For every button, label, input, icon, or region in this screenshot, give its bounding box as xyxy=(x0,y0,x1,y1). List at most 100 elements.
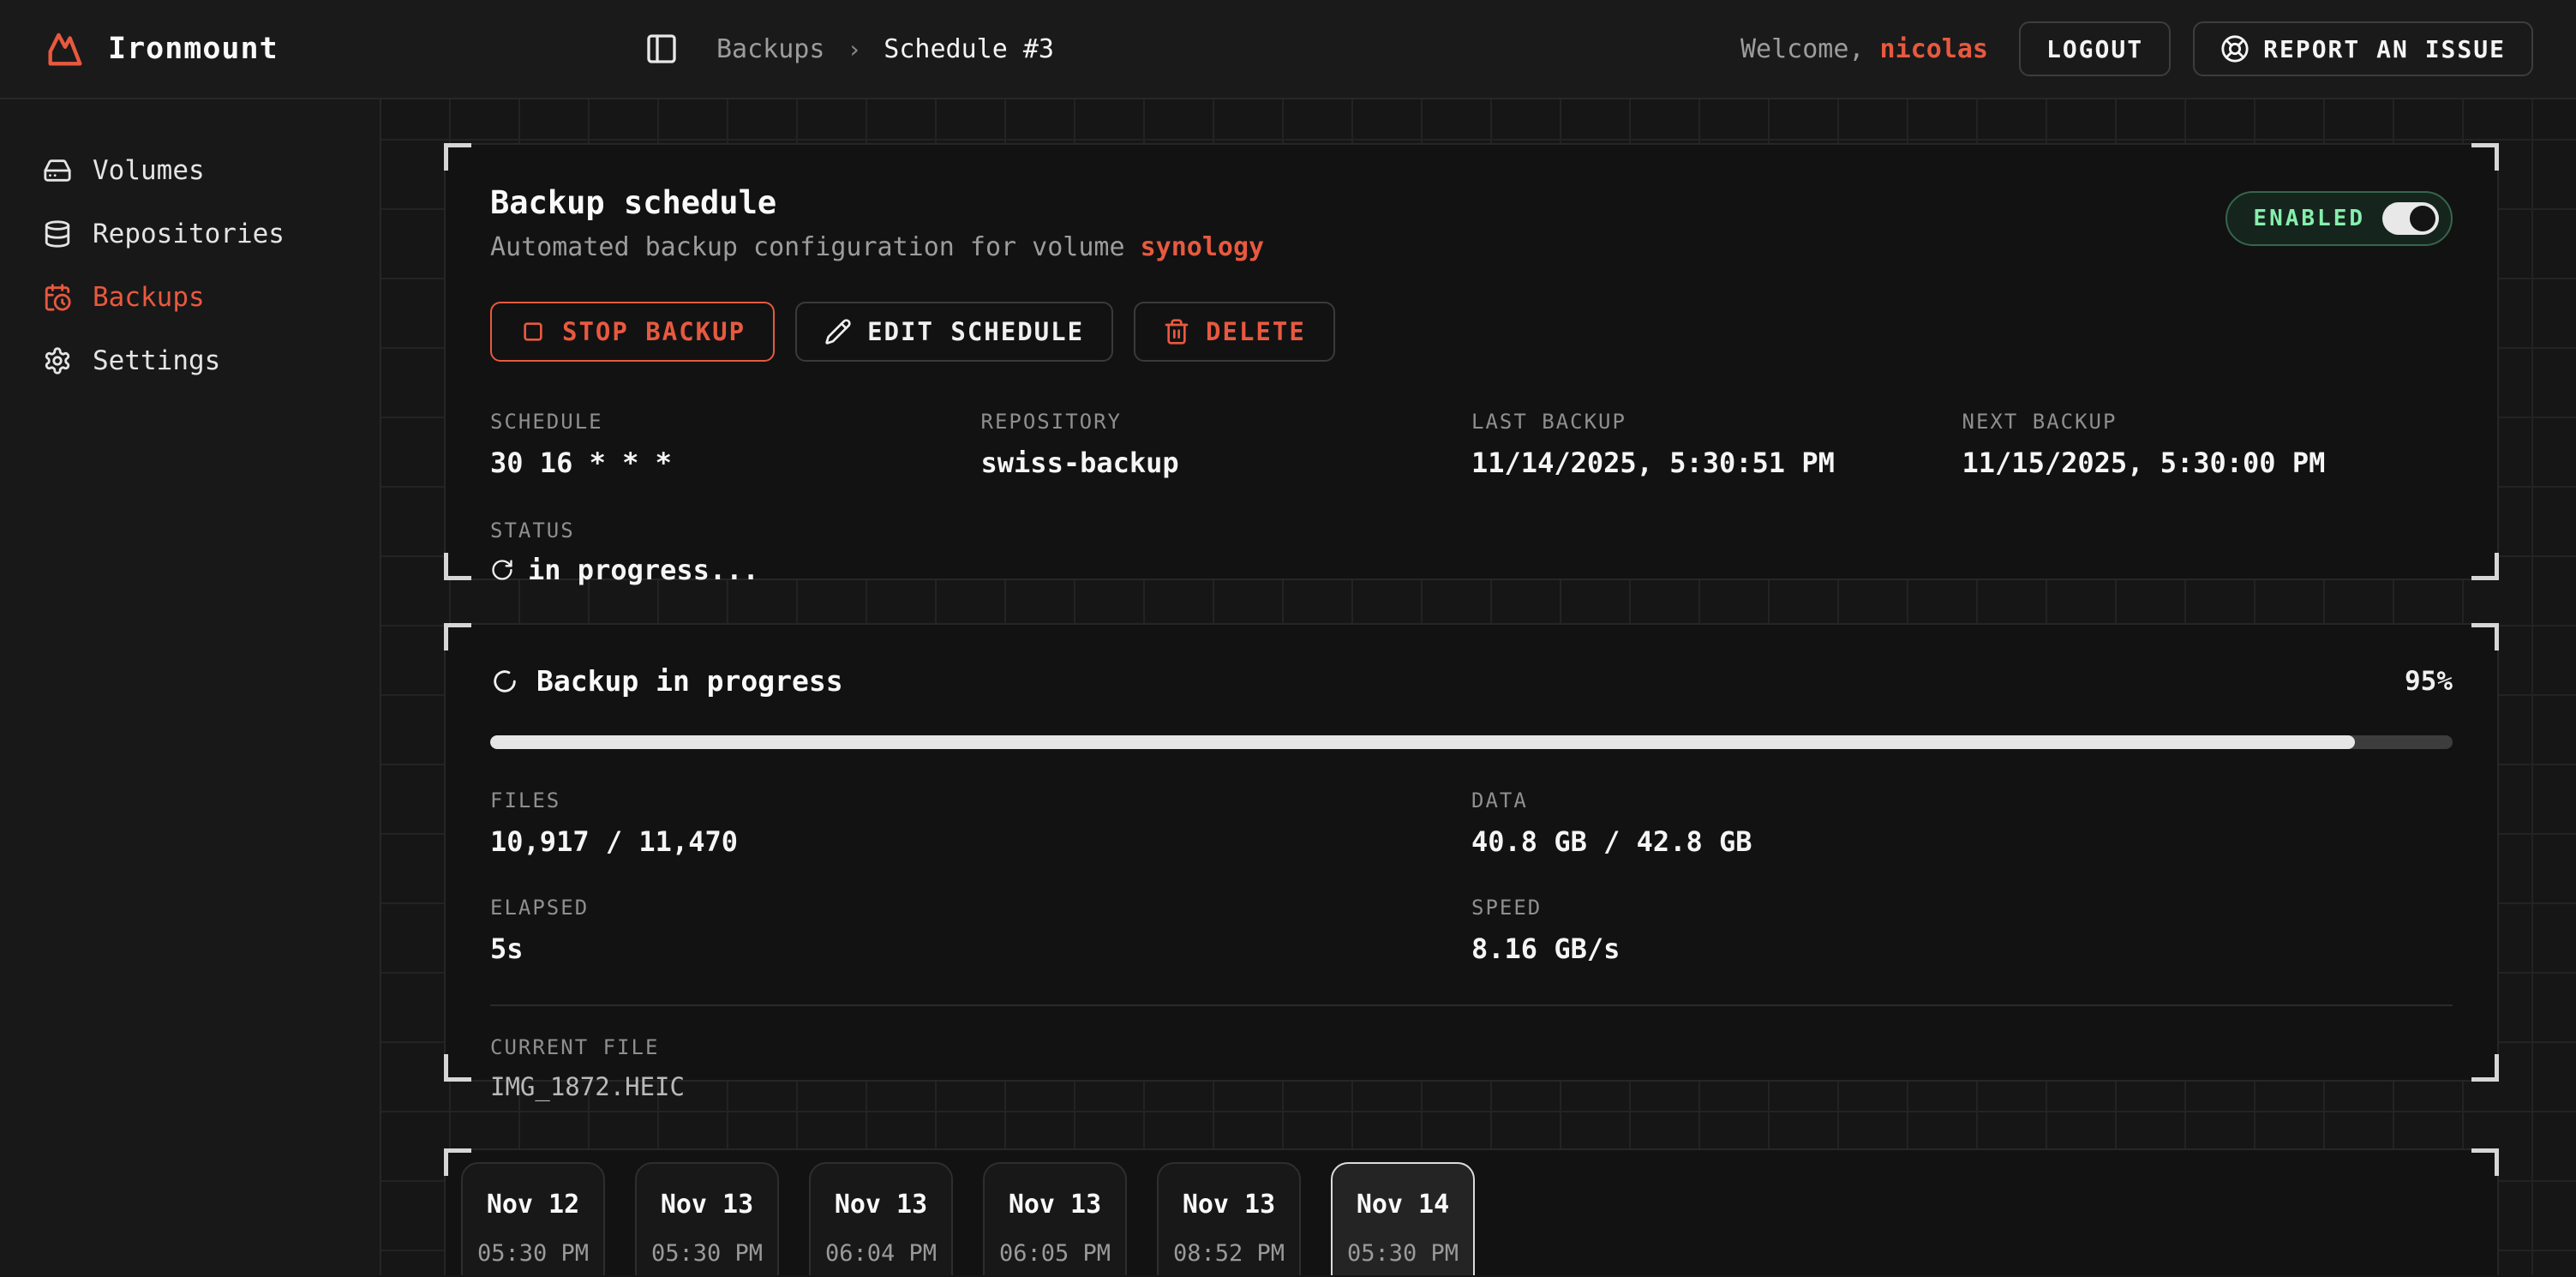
field-schedule: SCHEDULE 30 16 * * * xyxy=(490,410,981,479)
username: nicolas xyxy=(1880,34,1988,64)
panel-left-icon xyxy=(644,32,679,66)
field-last-backup: LAST BACKUP 11/14/2025, 5:30:51 PM xyxy=(1471,410,1962,479)
corner-bracket xyxy=(444,553,471,580)
history-date: Nov 14 xyxy=(1333,1190,1473,1220)
mountain-logo-icon xyxy=(43,27,87,71)
history-time: 06:05 PM xyxy=(985,1240,1125,1267)
stat-label: FILES xyxy=(490,788,1471,812)
panel-title: Backup schedule xyxy=(490,184,1264,221)
field-label: LAST BACKUP xyxy=(1471,410,1962,434)
history-date: Nov 13 xyxy=(985,1190,1125,1220)
history-time: 05:30 PM xyxy=(463,1240,603,1267)
progress-bar-fill xyxy=(490,735,2355,749)
life-buoy-icon xyxy=(2220,34,2250,63)
current-file-label: CURRENT FILE xyxy=(490,1035,2453,1059)
history-date: Nov 13 xyxy=(1159,1190,1299,1220)
stat-value: 5s xyxy=(490,932,1471,965)
logout-button[interactable]: LOGOUT xyxy=(2019,21,2171,76)
spinner-icon xyxy=(490,667,519,696)
field-value: 30 16 * * * xyxy=(490,447,981,479)
current-file-value: IMG_1872.HEIC xyxy=(490,1072,2453,1101)
gear-icon xyxy=(43,346,72,375)
sidebar-toggle-button[interactable] xyxy=(644,32,679,66)
brand[interactable]: Ironmount xyxy=(43,27,279,71)
stat-files: FILES 10,917 / 11,470 xyxy=(490,788,1471,858)
history-chip[interactable]: Nov 13 06:04 PM 92.2 GB xyxy=(809,1162,953,1275)
history-chip[interactable]: Nov 12 05:30 PM 92.2 GB xyxy=(461,1162,605,1275)
status-value: in progress... xyxy=(528,554,759,586)
progress-percent: 95% xyxy=(2405,666,2453,697)
field-value: 11/14/2025, 5:30:51 PM xyxy=(1471,447,1962,479)
history-time: 08:52 PM xyxy=(1159,1240,1299,1267)
history-date: Nov 13 xyxy=(811,1190,951,1220)
stat-data: DATA 40.8 GB / 42.8 GB xyxy=(1471,788,2453,858)
history-time: 05:30 PM xyxy=(637,1240,777,1267)
edit-schedule-button[interactable]: EDIT SCHEDULE xyxy=(795,302,1113,362)
enabled-label: ENABLED xyxy=(2253,206,2365,231)
sidebar-item-repositories[interactable]: Repositories xyxy=(0,202,380,266)
trash-icon xyxy=(1163,318,1190,345)
sidebar-item-label: Settings xyxy=(93,345,220,376)
app-title: Ironmount xyxy=(108,32,279,66)
volume-name: synology xyxy=(1141,232,1265,262)
corner-bracket xyxy=(2471,553,2499,580)
pencil-icon xyxy=(824,318,852,345)
history-chip[interactable]: Nov 13 08:52 PM 92.2 GB xyxy=(1157,1162,1301,1275)
sidebar: Volumes Repositories Backups Settings xyxy=(0,99,381,1275)
breadcrumb-backups[interactable]: Backups xyxy=(716,34,824,64)
sidebar-item-volumes[interactable]: Volumes xyxy=(0,139,380,202)
field-label: STATUS xyxy=(490,519,2453,543)
calendar-clock-icon xyxy=(43,283,72,312)
main-content: Backup schedule Automated backup configu… xyxy=(381,99,2576,1275)
stat-value: 40.8 GB / 42.8 GB xyxy=(1471,825,2453,858)
rotate-cw-icon xyxy=(490,558,514,582)
report-issue-button[interactable]: REPORT AN ISSUE xyxy=(2193,21,2533,76)
history-chip[interactable]: Nov 13 06:05 PM 92.2 GB xyxy=(983,1162,1127,1275)
sidebar-item-label: Repositories xyxy=(93,219,285,249)
field-repository: REPOSITORY swiss-backup xyxy=(981,410,1472,479)
sidebar-item-backups[interactable]: Backups xyxy=(0,266,380,329)
field-label: SCHEDULE xyxy=(490,410,981,434)
corner-bracket xyxy=(444,1054,471,1082)
stat-label: DATA xyxy=(1471,788,2453,812)
corner-bracket xyxy=(2471,1054,2499,1082)
toggle-switch[interactable] xyxy=(2382,202,2439,235)
progress-bar xyxy=(490,735,2453,749)
history-date: Nov 12 xyxy=(463,1190,603,1220)
field-status: STATUS in progress... xyxy=(490,519,2453,586)
stat-speed: SPEED 8.16 GB/s xyxy=(1471,896,2453,965)
history-time: 05:30 PM xyxy=(1333,1240,1473,1267)
history-chip[interactable]: Nov 13 05:30 PM 92.2 GB xyxy=(635,1162,779,1275)
panel-subtitle: Automated backup configuration for volum… xyxy=(490,232,1264,262)
corner-bracket xyxy=(2471,143,2499,171)
sidebar-item-label: Volumes xyxy=(93,155,205,186)
stat-label: ELAPSED xyxy=(490,896,1471,920)
history-chip-selected[interactable]: Nov 14 05:30 PM 92.2 GB xyxy=(1331,1162,1475,1275)
sidebar-item-label: Backups xyxy=(93,282,205,313)
history-date: Nov 13 xyxy=(637,1190,777,1220)
backup-progress-panel: Backup in progress 95% FILES 10,917 / 11… xyxy=(444,623,2499,1082)
corner-bracket xyxy=(2471,623,2499,650)
breadcrumb: Backups › Schedule #3 xyxy=(716,34,1054,64)
stat-value: 10,917 / 11,470 xyxy=(490,825,1471,858)
toggle-knob xyxy=(2410,206,2435,231)
field-value: swiss-backup xyxy=(981,447,1472,479)
breadcrumb-separator: › xyxy=(847,35,861,63)
app-header: Ironmount Backups › Schedule #3 Welcome,… xyxy=(0,0,2576,99)
current-file-block: CURRENT FILE IMG_1872.HEIC xyxy=(490,1004,2453,1101)
field-next-backup: NEXT BACKUP 11/15/2025, 5:30:00 PM xyxy=(1962,410,2453,479)
welcome-text: Welcome, nicolas xyxy=(1740,34,1988,64)
corner-bracket xyxy=(444,623,471,650)
backup-history-panel: Nov 12 05:30 PM 92.2 GB Nov 13 05:30 PM … xyxy=(444,1148,2499,1275)
stat-elapsed: ELAPSED 5s xyxy=(490,896,1471,965)
backup-schedule-panel: Backup schedule Automated backup configu… xyxy=(444,143,2499,580)
stop-backup-button[interactable]: STOP BACKUP xyxy=(490,302,775,362)
database-icon xyxy=(43,219,72,249)
stop-square-icon xyxy=(519,318,547,345)
delete-button[interactable]: DELETE xyxy=(1134,302,1335,362)
enabled-toggle[interactable]: ENABLED xyxy=(2226,191,2453,246)
corner-bracket xyxy=(444,143,471,171)
hard-drive-icon xyxy=(43,156,72,185)
sidebar-item-settings[interactable]: Settings xyxy=(0,329,380,393)
field-value: 11/15/2025, 5:30:00 PM xyxy=(1962,447,2453,479)
